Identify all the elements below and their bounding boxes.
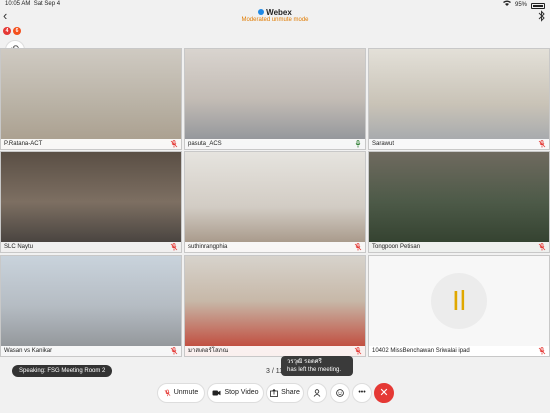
mic-icon — [355, 140, 361, 148]
participant-name: P.Ratana-ACT — [1, 139, 181, 149]
video-feed — [185, 256, 365, 356]
video-feed — [1, 49, 181, 149]
control-bar: Unmute Stop Video Share ••• ✕ — [0, 383, 550, 405]
video-feed — [185, 152, 365, 252]
share-label: Share — [281, 389, 300, 396]
toast-message: has left the meeting. — [287, 367, 342, 373]
badge-count[interactable]: 4 — [3, 27, 11, 35]
muted-mic-icon — [354, 243, 362, 251]
participant-name: pasuta_ACS — [185, 139, 365, 149]
muted-mic-icon — [354, 347, 362, 355]
video-feed — [369, 49, 549, 149]
participant-tile[interactable]: Tongpoon Petisan — [368, 151, 550, 253]
participants-button[interactable] — [307, 383, 327, 403]
muted-mic-icon — [170, 347, 178, 355]
unmute-label: Unmute — [173, 389, 199, 396]
participant-name: SLC Naytu — [1, 242, 181, 252]
participant-name: suthinrangphia — [185, 242, 365, 252]
participant-tile[interactable]: SLC Naytu — [0, 151, 182, 253]
meeting-title-text: Webex — [266, 8, 292, 17]
share-icon — [270, 389, 279, 397]
video-feed — [1, 256, 181, 356]
meeting-mode: Moderated unmute mode — [241, 17, 309, 23]
video-feed — [185, 49, 365, 149]
stop-video-label: Stop Video — [224, 389, 259, 396]
share-button[interactable]: Share — [266, 383, 304, 403]
participant-tile[interactable]: suthinrangphia — [184, 151, 366, 253]
participant-tile[interactable]: Il 10402 MissBenchawan Sriwalai ipad — [368, 255, 550, 357]
more-dots-icon: ••• — [358, 389, 366, 396]
muted-mic-icon — [164, 389, 171, 397]
participant-tile[interactable]: Wasan vs Kanikar — [0, 255, 182, 357]
participant-name: 10402 MissBenchawan Sriwalai ipad — [369, 346, 549, 356]
reactions-button[interactable] — [330, 383, 350, 403]
participant-name: Tongpoon Petisan — [369, 242, 549, 252]
muted-mic-icon — [170, 140, 178, 148]
participant-name: มาสเตอร์โสภณ — [185, 346, 365, 356]
webex-logo-icon — [258, 9, 265, 15]
active-speaker-indicator: Speaking: FSG Meeting Room 2 — [12, 365, 113, 377]
muted-mic-icon — [538, 140, 546, 148]
participant-avatar: Il — [431, 273, 487, 329]
close-icon: ✕ — [379, 387, 389, 399]
end-call-button[interactable]: ✕ — [374, 383, 394, 403]
participant-tile[interactable]: Sarawut — [368, 48, 550, 150]
video-feed — [369, 152, 549, 252]
participant-tile[interactable]: P.Ratana-ACT — [0, 48, 182, 150]
participant-name: Wasan vs Kanikar — [1, 346, 181, 356]
participant-name: Sarawut — [369, 139, 549, 149]
participant-tile[interactable]: มาสเตอร์โสภณ — [184, 255, 366, 357]
participant-tile[interactable]: pasuta_ACS — [184, 48, 366, 150]
muted-mic-icon — [170, 243, 178, 251]
unmute-button[interactable]: Unmute — [157, 383, 205, 403]
person-icon — [313, 389, 321, 397]
notification-badges: 4 6 — [3, 27, 21, 35]
toast-name: วรวุฒิ รอดศรี — [287, 359, 322, 365]
muted-mic-icon — [538, 347, 546, 355]
smiley-icon — [336, 389, 344, 397]
video-feed — [1, 152, 181, 252]
badge-count[interactable]: 6 — [13, 27, 21, 35]
video-camera-icon — [212, 390, 221, 396]
status-date: Sat Sep 4 — [33, 1, 61, 7]
bluetooth-icon[interactable] — [538, 10, 546, 22]
muted-mic-icon — [538, 243, 546, 251]
more-options-button[interactable]: ••• — [352, 383, 372, 403]
status-time: 10:05 AM — [5, 1, 31, 7]
notification-toast: วรวุฒิ รอดศรี has left the meeting. — [281, 356, 353, 376]
meeting-title: Webex — [0, 8, 550, 17]
stop-video-button[interactable]: Stop Video — [207, 383, 264, 403]
